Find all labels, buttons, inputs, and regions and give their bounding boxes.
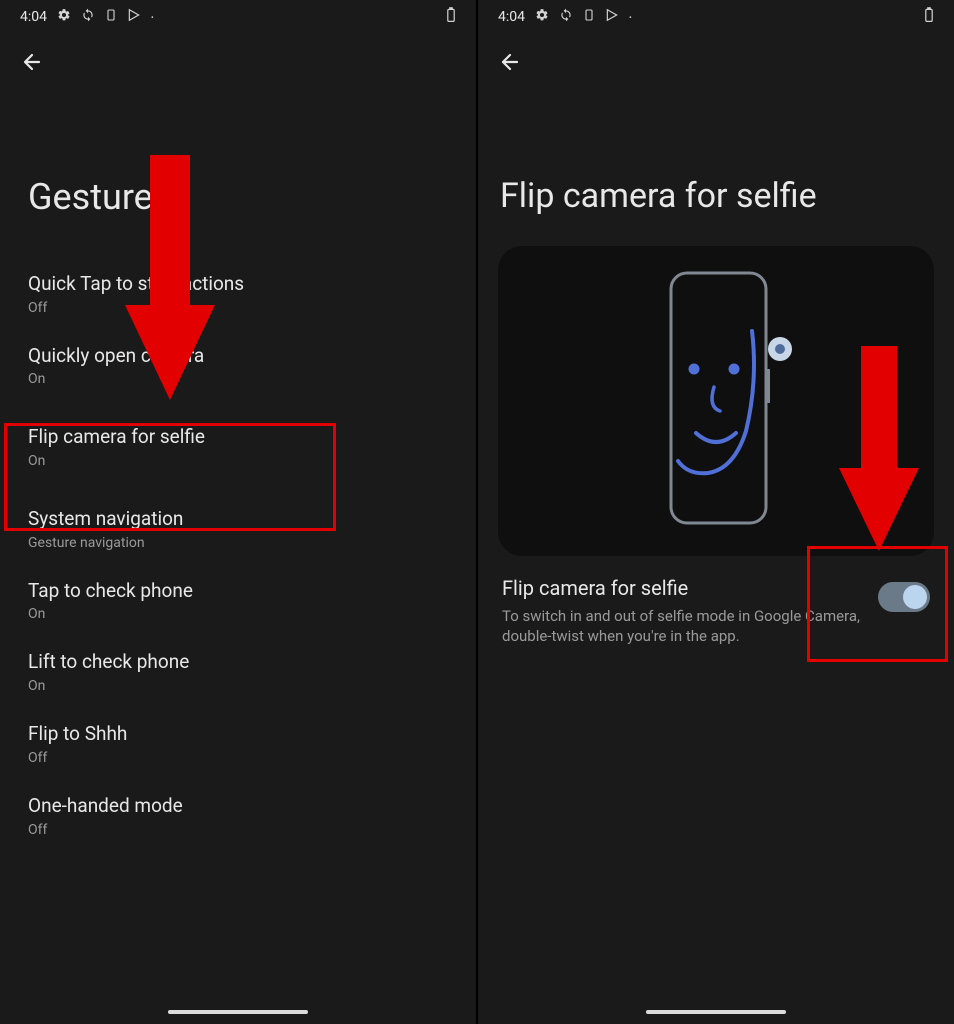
status-time: 4:04	[498, 9, 525, 25]
settings-list[interactable]: Quick Tap to start actions Off Quickly o…	[0, 258, 476, 852]
setting-subtitle: On	[28, 606, 448, 622]
setting-tap-to-check-phone[interactable]: Tap to check phone On	[0, 565, 476, 637]
setting-subtitle: On	[28, 453, 448, 469]
setting-title: System navigation	[28, 507, 448, 532]
phone-right: 4:04 • Flip camera for selfie	[478, 0, 954, 1024]
play-store-icon	[605, 8, 619, 26]
setting-subtitle: Off	[28, 750, 448, 766]
setting-lift-to-check-phone[interactable]: Lift to check phone On	[0, 636, 476, 708]
toggle-title: Flip camera for selfie	[502, 576, 866, 600]
dot-icon: •	[151, 13, 154, 22]
setting-subtitle: Gesture navigation	[28, 535, 448, 551]
sync-icon	[559, 8, 573, 26]
setting-subtitle: On	[28, 371, 448, 387]
selfie-illustration-icon	[616, 261, 816, 541]
dot-icon: •	[629, 13, 632, 22]
toggle-description: To switch in and out of selfie mode in G…	[502, 606, 866, 647]
phone-icon	[105, 8, 117, 26]
back-button[interactable]	[478, 32, 954, 86]
setting-title: Flip camera for selfie	[28, 425, 448, 450]
status-bar: 4:04 •	[0, 0, 476, 32]
battery-icon	[924, 7, 934, 27]
setting-title: Tap to check phone	[28, 579, 448, 604]
setting-title: One-handed mode	[28, 794, 448, 819]
phone-icon	[583, 8, 595, 26]
gear-icon	[57, 8, 71, 26]
setting-flip-camera-for-selfie[interactable]: Flip camera for selfie On	[0, 401, 476, 493]
setting-quick-tap[interactable]: Quick Tap to start actions Off	[0, 258, 476, 330]
back-button[interactable]	[0, 32, 476, 86]
home-indicator[interactable]	[168, 1010, 308, 1014]
status-time: 4:04	[20, 9, 47, 25]
page-title: Flip camera for selfie	[478, 86, 954, 246]
setting-subtitle: On	[28, 678, 448, 694]
setting-flip-to-shhh[interactable]: Flip to Shhh Off	[0, 708, 476, 780]
setting-title: Quickly open camera	[28, 344, 448, 369]
play-store-icon	[127, 8, 141, 26]
setting-title: Quick Tap to start actions	[28, 272, 448, 297]
phone-left: 4:04 • Gestures Quick Tap to st	[0, 0, 476, 1024]
sync-icon	[81, 8, 95, 26]
toggle-row: Flip camera for selfie To switch in and …	[478, 556, 954, 647]
setting-subtitle: Off	[28, 822, 448, 838]
toggle-thumb	[903, 585, 927, 609]
setting-quickly-open-camera[interactable]: Quickly open camera On	[0, 330, 476, 402]
page-title: Gestures	[0, 86, 476, 258]
setting-one-handed-mode[interactable]: One-handed mode Off	[0, 780, 476, 852]
battery-icon	[446, 7, 456, 27]
setting-title: Flip to Shhh	[28, 722, 448, 747]
gear-icon	[535, 8, 549, 26]
status-bar: 4:04 •	[478, 0, 954, 32]
setting-title: Lift to check phone	[28, 650, 448, 675]
home-indicator[interactable]	[646, 1010, 786, 1014]
setting-system-navigation[interactable]: System navigation Gesture navigation	[0, 493, 476, 565]
toggle-switch[interactable]	[878, 582, 930, 612]
setting-subtitle: Off	[28, 300, 448, 316]
illustration-card	[498, 246, 934, 556]
